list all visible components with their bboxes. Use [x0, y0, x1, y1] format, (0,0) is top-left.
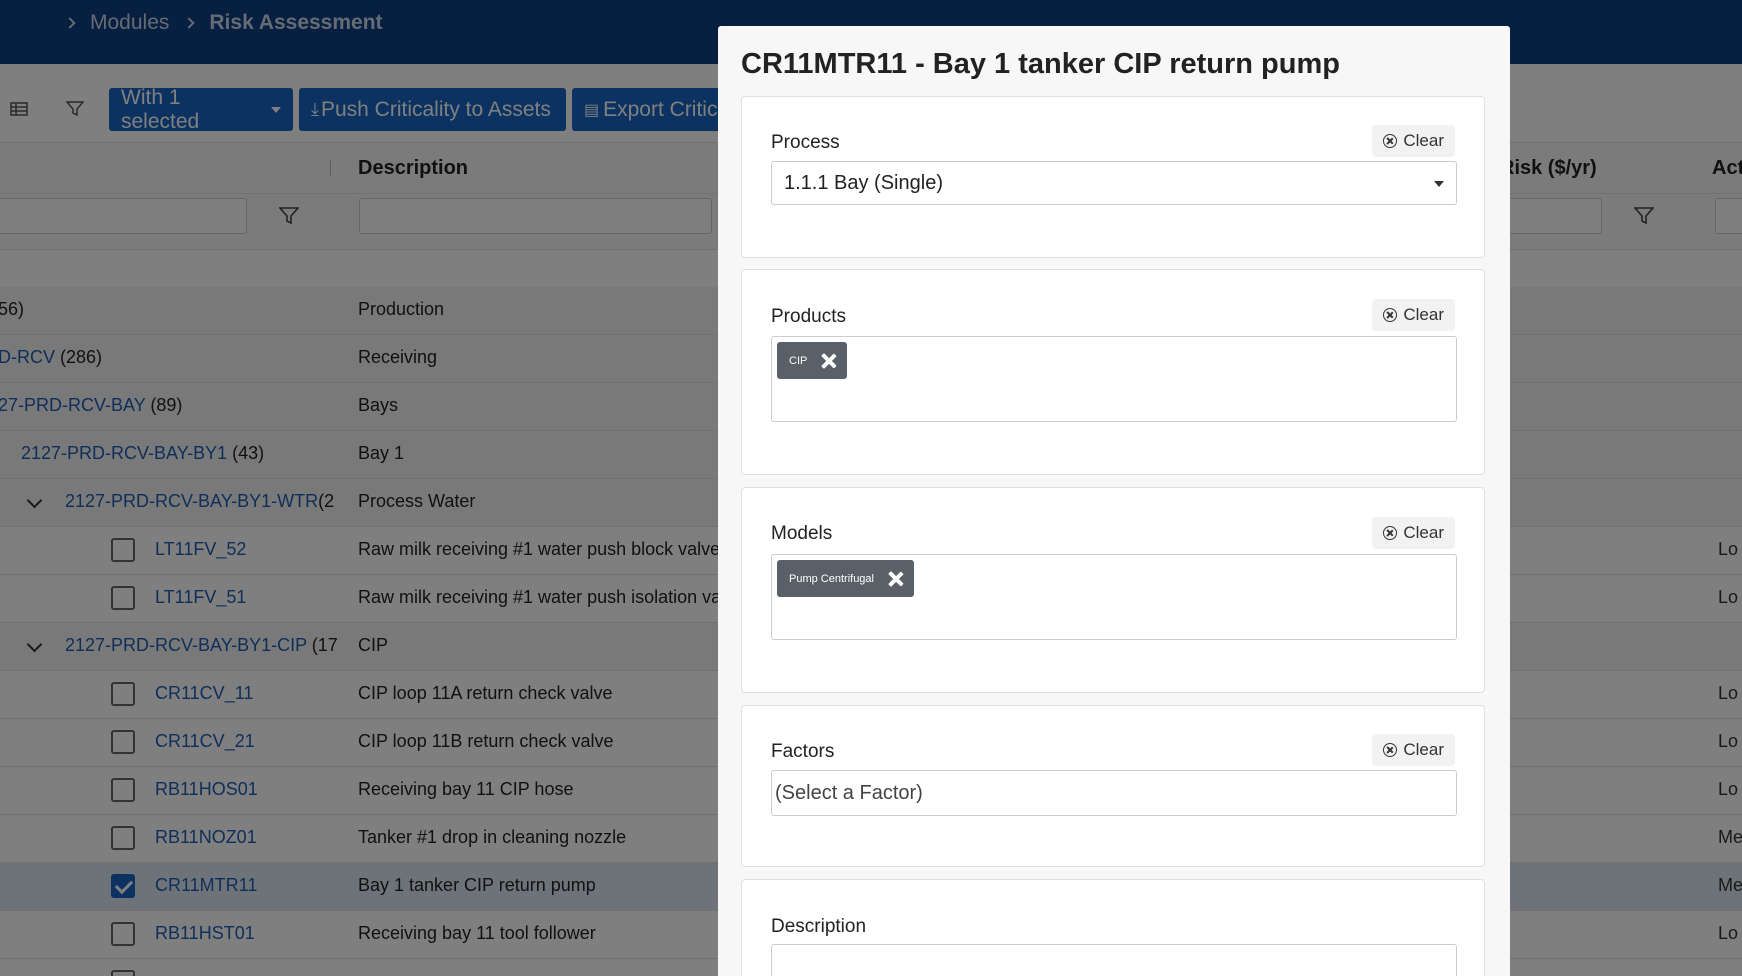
remove-tag-icon[interactable]: [821, 353, 837, 369]
process-selected-value: 1.1.1 Bay (Single): [784, 172, 943, 194]
products-multiselect[interactable]: CIP: [771, 336, 1457, 422]
model-tag: Pump Centrifugal: [777, 560, 914, 597]
product-tag-label: CIP: [789, 354, 808, 367]
process-clear-button[interactable]: Clear: [1372, 125, 1455, 157]
clear-circle-icon: [1383, 743, 1398, 757]
clear-label: Clear: [1403, 740, 1444, 759]
clear-label: Clear: [1403, 305, 1444, 324]
remove-tag-icon[interactable]: [888, 571, 904, 587]
factors-card: Factors Clear (Select a Factor): [741, 705, 1485, 867]
products-clear-button[interactable]: Clear: [1372, 299, 1455, 331]
model-tag-label: Pump Centrifugal: [789, 572, 874, 585]
clear-label: Clear: [1403, 523, 1444, 542]
models-card: Models Clear Pump Centrifugal: [741, 487, 1485, 693]
clear-label: Clear: [1403, 131, 1444, 150]
factors-label: Factors: [771, 741, 835, 762]
description-label: Description: [771, 916, 867, 937]
products-label: Products: [771, 306, 846, 327]
product-tag: CIP: [777, 342, 848, 379]
factors-select[interactable]: (Select a Factor): [771, 770, 1457, 816]
process-select[interactable]: 1.1.1 Bay (Single): [771, 161, 1457, 205]
clear-circle-icon: [1383, 526, 1398, 540]
process-label: Process: [771, 132, 840, 153]
modal-title: CR11MTR11 - Bay 1 tanker CIP return pump: [741, 48, 1340, 80]
models-clear-button[interactable]: Clear: [1372, 517, 1455, 549]
models-label: Models: [771, 523, 833, 544]
models-multiselect[interactable]: Pump Centrifugal: [771, 554, 1457, 640]
caret-down-icon: [1434, 181, 1444, 187]
clear-circle-icon: [1383, 134, 1398, 148]
description-card: Description: [741, 879, 1485, 976]
process-card: Process Clear 1.1.1 Bay (Single): [741, 96, 1485, 258]
factors-placeholder: (Select a Factor): [775, 782, 923, 804]
factors-clear-button[interactable]: Clear: [1372, 734, 1455, 766]
description-input[interactable]: [771, 944, 1457, 976]
edit-asset-modal: CR11MTR11 - Bay 1 tanker CIP return pump…: [718, 26, 1510, 976]
products-card: Products Clear CIP: [741, 269, 1485, 475]
clear-circle-icon: [1383, 308, 1398, 322]
